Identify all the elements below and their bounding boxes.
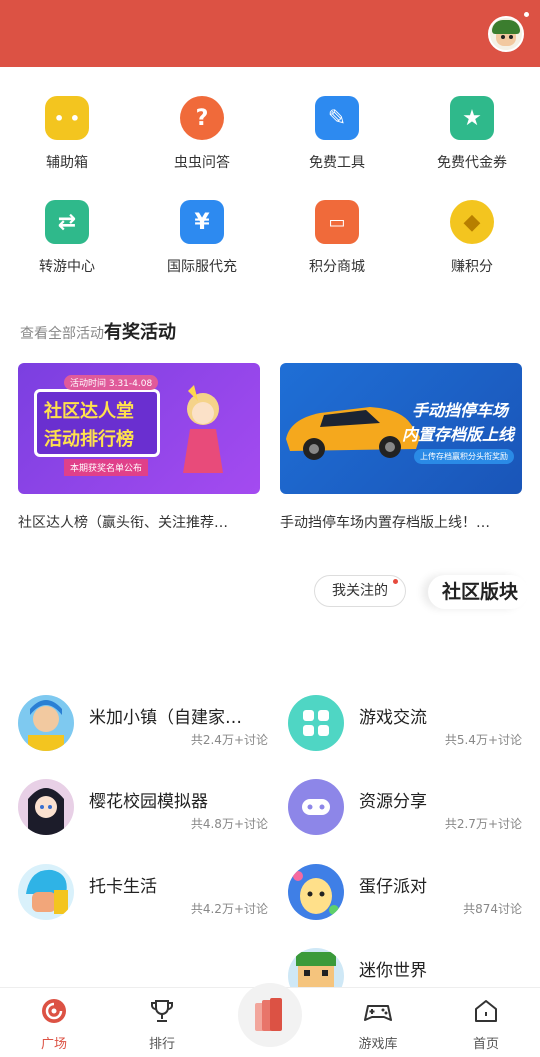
plaza-icon	[42, 999, 66, 1023]
tool-transfer-center[interactable]: ⇄ 转游中心	[17, 200, 117, 276]
board-item[interactable]: 樱花校园模拟器 共4.8万+讨论	[18, 779, 268, 839]
tab-community-boards[interactable]: 社区版块	[428, 575, 528, 609]
activity-banner-2[interactable]: 手动挡停车场 内置存档版上线 上传存档赢积分头衔奖励	[280, 363, 522, 494]
activity-caption-1[interactable]: 社区达人榜（赢头衔、关注推荐…	[18, 512, 258, 532]
coupon-star-icon: ★	[450, 96, 494, 140]
board-item[interactable]: 蛋仔派对 共874讨论	[288, 864, 522, 924]
swap-arrows-icon: ⇄	[45, 200, 89, 244]
nav-plaza[interactable]: 广场	[14, 998, 94, 1052]
wrench-toolbox-icon: ✎	[315, 96, 359, 140]
board-item[interactable]: 游戏交流 共5.4万+讨论	[288, 695, 522, 755]
board-item[interactable]: 托卡生活 共4.2万+讨论	[18, 864, 268, 924]
eggy-party-avatar	[288, 864, 344, 920]
sakura-school-avatar	[18, 779, 74, 835]
yen-wallet-icon: ¥	[180, 200, 224, 244]
gamepad-icon	[288, 779, 344, 835]
activities-title: 有奖活动	[104, 322, 176, 343]
center-action-button[interactable]	[238, 983, 302, 1047]
top-header	[0, 0, 540, 67]
activities-header: 查看全部活动有奖活动	[20, 318, 176, 344]
tool-free-tools[interactable]: ✎ 免费工具	[287, 96, 387, 172]
home-icon	[475, 1000, 497, 1022]
activity-banner-1[interactable]: 活动时间 3.31-4.08 社区达人堂 活动排行榜 本期获奖名单公布	[18, 363, 260, 494]
tool-earn-points[interactable]: ◆ 赚积分	[422, 200, 522, 276]
coin-icon: ◆	[450, 200, 494, 244]
toca-life-avatar	[18, 864, 74, 920]
center-cards-icon	[255, 998, 282, 1031]
tool-assist-box[interactable]: • • 辅助箱	[17, 96, 117, 172]
grid-apps-icon	[288, 695, 344, 751]
character-illustration	[183, 385, 223, 473]
shop-icon: ▭	[315, 200, 359, 244]
board-item[interactable]: 资源分享 共2.7万+讨论	[288, 779, 522, 839]
robot-face-icon: • •	[45, 96, 89, 140]
board-item[interactable]: 米加小镇（自建家… 共2.4万+讨论	[18, 695, 268, 755]
nav-home[interactable]: 首页	[446, 998, 526, 1052]
board-item[interactable]: 迷你世界	[288, 948, 522, 988]
question-bubble-icon: ?	[180, 96, 224, 140]
view-all-activities-link[interactable]: 查看全部活动	[20, 326, 104, 342]
notification-dot	[522, 10, 531, 19]
tool-qa[interactable]: ? 虫虫问答	[152, 96, 252, 172]
following-dot	[393, 579, 398, 584]
gamepad-outline-icon	[364, 1005, 392, 1021]
mini-world-avatar	[288, 948, 344, 988]
nav-ranking[interactable]: 排行	[122, 998, 202, 1052]
trophy-icon	[151, 1000, 173, 1022]
tool-intl-recharge[interactable]: ¥ 国际服代充	[152, 200, 252, 276]
miga-town-avatar	[18, 695, 74, 751]
user-avatar[interactable]	[488, 16, 524, 52]
tool-points-mall[interactable]: ▭ 积分商城	[287, 200, 387, 276]
activity-caption-2[interactable]: 手动挡停车场内置存档版上线！…	[280, 512, 520, 532]
tool-free-coupons[interactable]: ★ 免费代金券	[422, 96, 522, 172]
nav-game-library[interactable]: 游戏库	[338, 998, 418, 1052]
